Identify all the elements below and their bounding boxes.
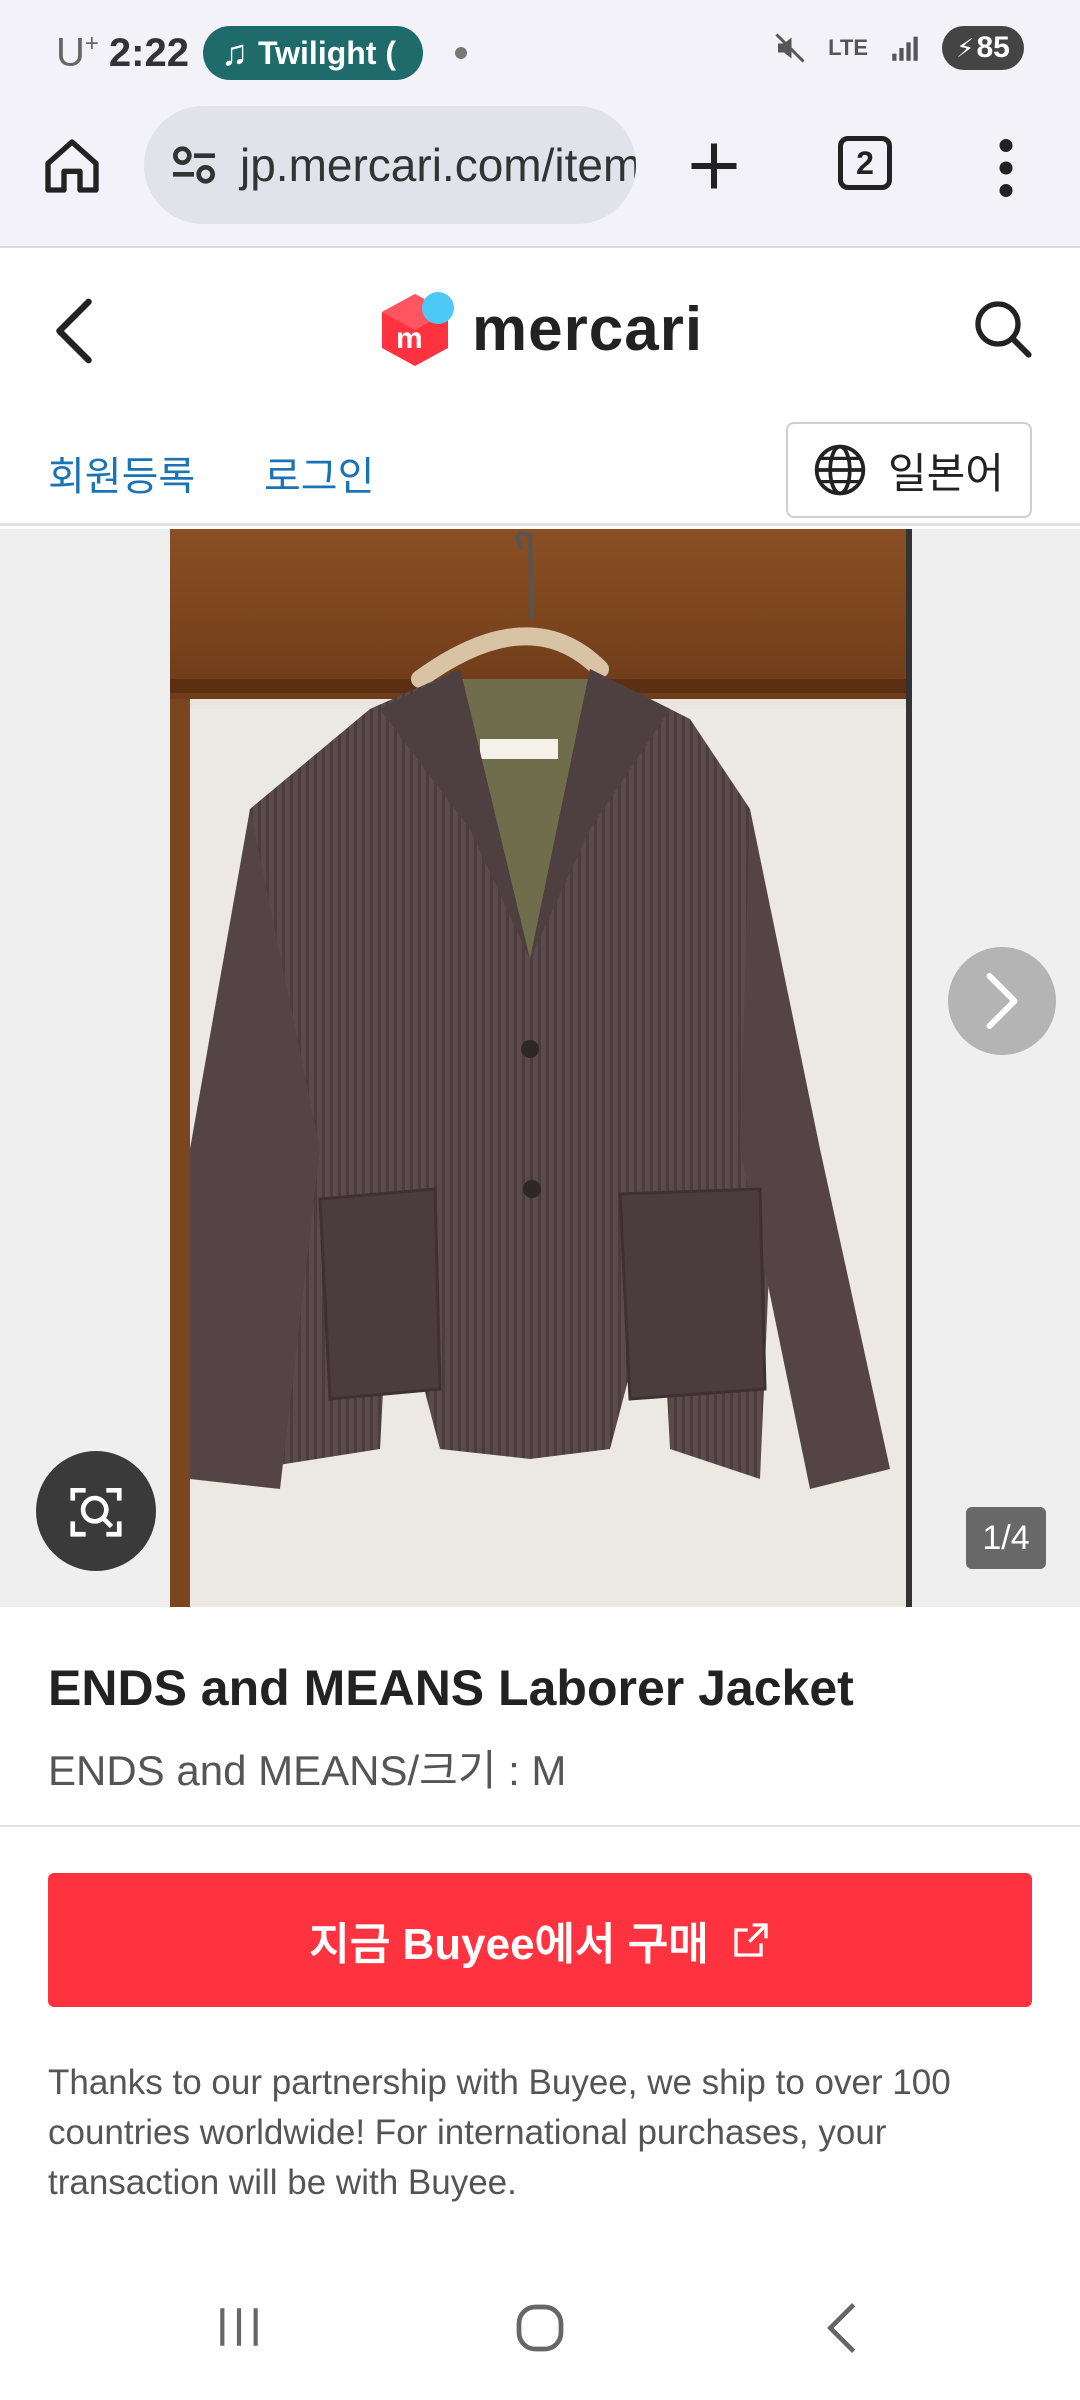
svg-text:m: m xyxy=(396,322,423,355)
chevron-right-icon xyxy=(986,973,1018,1029)
register-link[interactable]: 회원등록 xyxy=(48,444,195,502)
mercari-logo[interactable]: m mercari xyxy=(372,286,703,372)
buyee-partner-note: Thanks to our partnership with Buyee, we… xyxy=(48,2063,951,2202)
globe-icon xyxy=(814,444,866,496)
music-note-icon: ♫ xyxy=(220,32,248,73)
next-image-button[interactable] xyxy=(948,947,1056,1055)
account-row: 회원등록 로그인 일본어 xyxy=(0,410,1080,526)
battery-level: 85 xyxy=(976,31,1010,64)
tabs-icon[interactable]: 2 xyxy=(838,136,892,190)
signal-icon xyxy=(892,36,918,61)
plus-icon[interactable] xyxy=(684,136,744,196)
product-image-gallery[interactable]: 1/4 xyxy=(0,529,1080,1607)
nav-home-icon[interactable] xyxy=(512,2300,568,2356)
notification-dot-icon xyxy=(454,47,467,59)
buy-on-buyee-button[interactable]: 지금 Buyee에서 구매 xyxy=(48,1873,1032,2007)
media-notification-pill[interactable]: ♫ Twilight ( xyxy=(202,26,423,80)
status-bar: U+ 2:22 ♫ Twilight ( LTE ⚡ 85 xyxy=(0,0,1080,100)
image-counter: 1/4 xyxy=(966,1507,1046,1569)
product-title: ENDS and MEANS Laborer Jacket xyxy=(48,1660,854,1716)
buy-button-label: 지금 Buyee에서 구매 xyxy=(309,1920,709,1969)
mercari-logo-mark: m xyxy=(382,292,454,366)
lens-search-icon xyxy=(70,1488,122,1537)
back-arrow-icon[interactable] xyxy=(50,296,98,366)
media-title: Twilight ( xyxy=(257,34,396,71)
language-label: 일본어 xyxy=(888,449,1004,497)
search-icon[interactable] xyxy=(970,296,1034,360)
home-icon[interactable] xyxy=(40,134,104,198)
site-settings-icon[interactable] xyxy=(166,137,222,193)
status-time: 2:22 xyxy=(108,30,189,75)
external-link-icon xyxy=(734,1923,768,1957)
product-photo[interactable] xyxy=(170,529,912,1607)
more-vert-icon[interactable] xyxy=(996,138,1016,198)
recent-apps-icon[interactable] xyxy=(214,2302,264,2352)
nav-back-icon[interactable] xyxy=(822,2300,862,2356)
lens-search-button[interactable] xyxy=(36,1451,156,1571)
system-nav-bar xyxy=(0,2270,1080,2400)
logo-wordmark: mercari xyxy=(472,294,704,364)
product-info: ENDS and MEANS Laborer Jacket ENDS and M… xyxy=(0,1607,1080,1827)
url-text[interactable]: jp.mercari.com/item/ xyxy=(240,138,636,192)
browser-toolbar: jp.mercari.com/item/ 2 xyxy=(0,100,1080,248)
carrier-label: U+ xyxy=(56,30,99,75)
site-header: m mercari xyxy=(0,250,1080,410)
product-brand-size: ENDS and MEANS/크기 : M xyxy=(48,1747,567,1794)
network-type: LTE xyxy=(828,35,868,60)
language-button[interactable]: 일본어 xyxy=(786,422,1032,518)
mute-icon xyxy=(775,33,805,63)
url-bar[interactable]: jp.mercari.com/item/ xyxy=(144,106,636,224)
battery-indicator: ⚡ 85 xyxy=(942,26,1024,70)
charging-bolt-icon: ⚡ xyxy=(956,32,975,63)
login-link[interactable]: 로그인 xyxy=(264,444,374,502)
